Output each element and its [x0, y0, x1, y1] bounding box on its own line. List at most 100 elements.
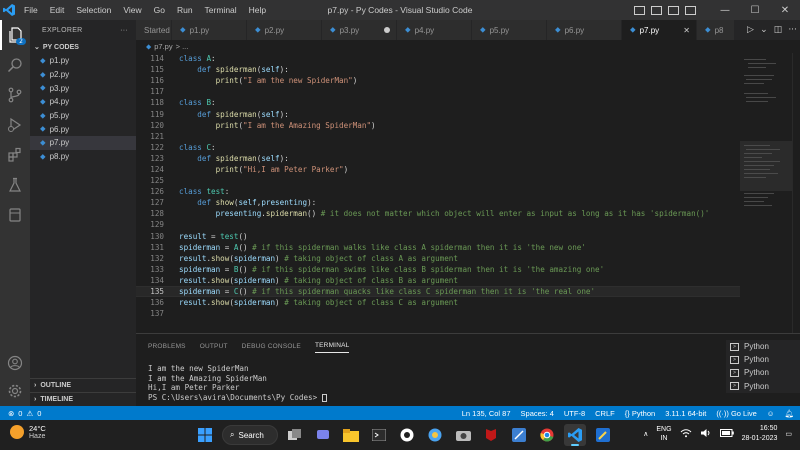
weather-widget[interactable]: 24°C Haze	[10, 424, 46, 440]
timeline-section[interactable]: › TIMELINE	[30, 392, 136, 406]
line-ending[interactable]: CRLF	[595, 409, 615, 418]
language-mode[interactable]: {} Python	[625, 409, 655, 418]
menu-run[interactable]: Run	[171, 5, 199, 15]
terminal-instance[interactable]: > Python	[726, 366, 800, 379]
code-line[interactable]: 121	[136, 131, 740, 142]
vscode-taskbar-icon[interactable]	[564, 424, 586, 446]
testing-icon[interactable]	[0, 170, 30, 200]
editor-tab[interactable]: ⬥ p3.py	[322, 20, 397, 40]
encoding[interactable]: UTF-8	[564, 409, 585, 418]
run-debug-icon[interactable]	[0, 110, 30, 140]
chevron-up-icon[interactable]: ∧	[643, 430, 648, 438]
code-line[interactable]: 127 def show(self,presenting):	[136, 197, 740, 208]
code-line[interactable]: 117	[136, 86, 740, 97]
terminal-app-icon[interactable]	[368, 424, 390, 446]
tab-terminal[interactable]: TERMINAL	[314, 339, 350, 353]
file-item[interactable]: ⬥ p5.py	[30, 109, 136, 123]
battery-icon[interactable]	[719, 429, 734, 439]
run-dropdown-icon[interactable]: ⌄	[760, 25, 768, 35]
settings-gear-icon[interactable]	[0, 376, 30, 406]
task-view-icon[interactable]	[284, 424, 306, 446]
file-item[interactable]: ⬥ p1.py	[30, 54, 136, 68]
search-icon[interactable]	[0, 50, 30, 80]
code-line[interactable]: 133 spiderman = B() # if this spiderman s…	[136, 264, 740, 275]
editor-tab[interactable]: Started	[136, 20, 172, 40]
file-item[interactable]: ⬥ p4.py	[30, 95, 136, 109]
workspace-folder[interactable]: ⌄ PY CODES	[30, 40, 136, 54]
terminal-instance[interactable]: > Python	[726, 353, 800, 366]
code-line[interactable]: 131 spiderman = A() # if this spiderman w…	[136, 242, 740, 253]
editor-tab[interactable]: ⬥ p4.py	[397, 20, 472, 40]
indentation[interactable]: Spaces: 4	[521, 409, 554, 418]
code-line[interactable]: 116 print("I am the new SpiderMan")	[136, 75, 740, 86]
editor-scrollbar[interactable]	[792, 53, 800, 333]
customize-layout-icon[interactable]	[685, 5, 696, 15]
wifi-icon[interactable]	[680, 428, 692, 440]
start-button[interactable]	[194, 424, 216, 446]
code-line[interactable]: 125	[136, 175, 740, 186]
extensions-icon[interactable]	[0, 140, 30, 170]
breadcrumb-rest[interactable]: > ...	[176, 42, 189, 51]
explorer-more-button[interactable]: ···	[120, 27, 128, 34]
editor-tab[interactable]: ⬥ p6.py	[547, 20, 622, 40]
problems-status[interactable]: ⊗ 0 ⚠ 0	[0, 409, 41, 418]
taskbar-search[interactable]: ⌕ Search	[222, 425, 278, 445]
more-actions-icon[interactable]: ···	[788, 25, 797, 35]
code-line[interactable]: 128 presenting.spiderman() # it does not…	[136, 208, 740, 219]
toggle-sidebar-icon[interactable]	[634, 5, 645, 15]
code-line[interactable]: 115 def spiderman(self):	[136, 64, 740, 75]
snipping-tool-icon[interactable]	[508, 424, 530, 446]
clock[interactable]: 16:50 28-01-2023	[742, 424, 778, 444]
go-live-button[interactable]: ((·)) Go Live	[716, 409, 756, 418]
terminal-prompt-line[interactable]: PS C:\Users\avira\Documents\Py Codes>	[148, 393, 718, 403]
file-item[interactable]: ⬥ p2.py	[30, 68, 136, 82]
editor-tab[interactable]: ⬥ p2.py	[247, 20, 322, 40]
close-tab-icon[interactable]: ✕	[683, 26, 690, 35]
code-line[interactable]: 134 result.show(spiderman) # taking objec…	[136, 275, 740, 286]
tab-output[interactable]: OUTPUT	[200, 340, 228, 353]
menu-view[interactable]: View	[117, 5, 147, 15]
menu-go[interactable]: Go	[148, 5, 171, 15]
close-button[interactable]: ✕	[770, 5, 800, 16]
editor-tab[interactable]: ⬥ p1.py	[172, 20, 247, 40]
source-control-icon[interactable]	[0, 80, 30, 110]
menu-edit[interactable]: Edit	[44, 5, 71, 15]
code-line[interactable]: 118 class B:	[136, 97, 740, 108]
code-line[interactable]: 119 def spiderman(self):	[136, 108, 740, 119]
menu-help[interactable]: Help	[243, 5, 272, 15]
file-item[interactable]: ⬥ p3.py	[30, 81, 136, 95]
split-editor-icon[interactable]: ◫	[774, 25, 783, 35]
tab-problems[interactable]: PROBLEMS	[148, 340, 186, 353]
menu-terminal[interactable]: Terminal	[199, 5, 243, 15]
code-line[interactable]: 137	[136, 308, 740, 319]
mcafee-icon[interactable]	[480, 424, 502, 446]
notification-center-icon[interactable]: ▭	[785, 430, 792, 438]
minimize-button[interactable]: —	[710, 5, 740, 16]
code-line[interactable]: 120 print("I am the Amazing SpiderMan")	[136, 120, 740, 131]
account-icon[interactable]	[0, 348, 30, 378]
code-line[interactable]: 132 result.show(spiderman) # taking objec…	[136, 253, 740, 264]
vpn-app-icon[interactable]	[424, 424, 446, 446]
language-indicator[interactable]: ENG IN	[656, 425, 671, 443]
notifications-bell-icon[interactable]: 🔔︎	[784, 409, 794, 418]
toggle-secondary-sidebar-icon[interactable]	[668, 5, 679, 15]
paint-app-icon[interactable]	[592, 424, 614, 446]
code-line[interactable]: 135 spiderman = C() # if this spiderman q…	[136, 285, 740, 298]
code-line[interactable]: 124 print("Hi,I am Peter Parker")	[136, 164, 740, 175]
minimap[interactable]	[740, 53, 792, 333]
unsaved-dot-icon[interactable]	[384, 27, 390, 33]
terminal-instance[interactable]: > Python	[726, 380, 800, 393]
code-editor[interactable]: 114 class A: 115 def spiderman(self): 116 p…	[136, 53, 740, 333]
camera-app-icon[interactable]	[452, 424, 474, 446]
menu-selection[interactable]: Selection	[70, 5, 117, 15]
remote-explorer-icon[interactable]	[0, 200, 30, 230]
code-line[interactable]: 122 class C:	[136, 142, 740, 153]
code-line[interactable]: 130 result = test()	[136, 231, 740, 242]
feedback-icon[interactable]: ☺	[767, 409, 775, 418]
teams-chat-icon[interactable]	[312, 424, 334, 446]
toggle-panel-icon[interactable]	[651, 5, 662, 15]
run-python-icon[interactable]: ▷	[747, 25, 754, 35]
editor-tab[interactable]: ⬥ p5.py	[472, 20, 547, 40]
file-item[interactable]: ⬥ p7.py	[30, 136, 136, 150]
editor-tab[interactable]: ⬥ p7.py ✕	[622, 20, 697, 40]
